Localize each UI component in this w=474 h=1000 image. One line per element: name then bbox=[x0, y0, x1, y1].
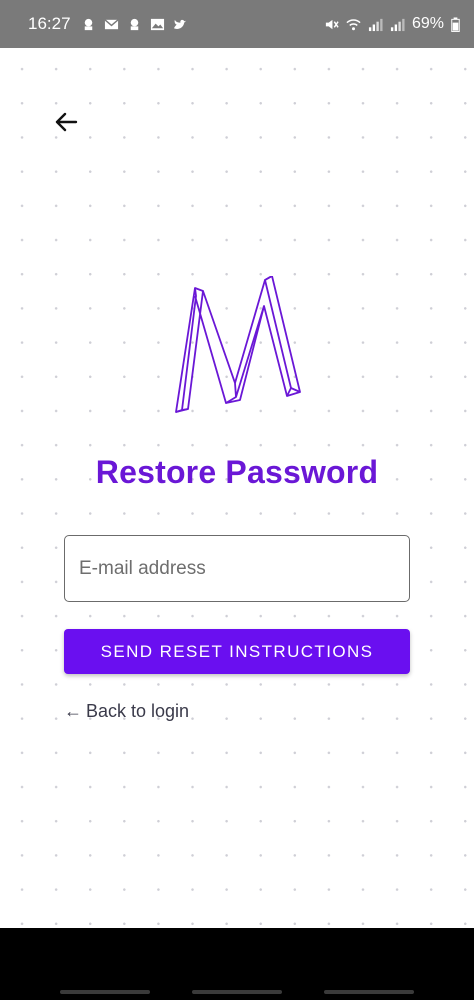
gallery-icon bbox=[150, 18, 164, 30]
wifi-icon bbox=[346, 18, 361, 30]
gmail-icon bbox=[104, 18, 119, 29]
system-nav-bar bbox=[0, 928, 474, 1000]
back-to-login-link[interactable]: ← Back to login bbox=[64, 701, 189, 722]
status-system-icons: 69% bbox=[324, 15, 460, 33]
back-arrow-icon[interactable] bbox=[52, 108, 80, 136]
restore-password-screen: Restore Password SEND RESET INSTRUCTIONS… bbox=[0, 48, 474, 928]
signal-icon bbox=[390, 18, 405, 31]
twitter-icon bbox=[173, 19, 186, 29]
mute-icon bbox=[325, 19, 339, 29]
status-notification-icons bbox=[81, 17, 188, 32]
nav-recents-indicator[interactable] bbox=[60, 990, 150, 994]
back-to-login-label: Back to login bbox=[86, 701, 190, 721]
notification-icon bbox=[130, 18, 138, 30]
battery-icon bbox=[451, 16, 460, 32]
send-reset-instructions-button[interactable]: SEND RESET INSTRUCTIONS bbox=[64, 629, 410, 674]
status-bar: 16:27 69% bbox=[0, 0, 474, 48]
nav-home-indicator[interactable] bbox=[192, 990, 282, 994]
battery-percent: 69% bbox=[411, 15, 444, 32]
notification-icon bbox=[84, 18, 92, 30]
arrow-left-icon: ← bbox=[64, 701, 82, 721]
page-title: Restore Password bbox=[95, 454, 379, 490]
signal-icon bbox=[368, 18, 383, 31]
nav-back-indicator[interactable] bbox=[324, 990, 414, 994]
status-time: 16:27 bbox=[28, 14, 71, 33]
app-logo-icon bbox=[175, 276, 301, 413]
email-field[interactable] bbox=[64, 535, 410, 602]
